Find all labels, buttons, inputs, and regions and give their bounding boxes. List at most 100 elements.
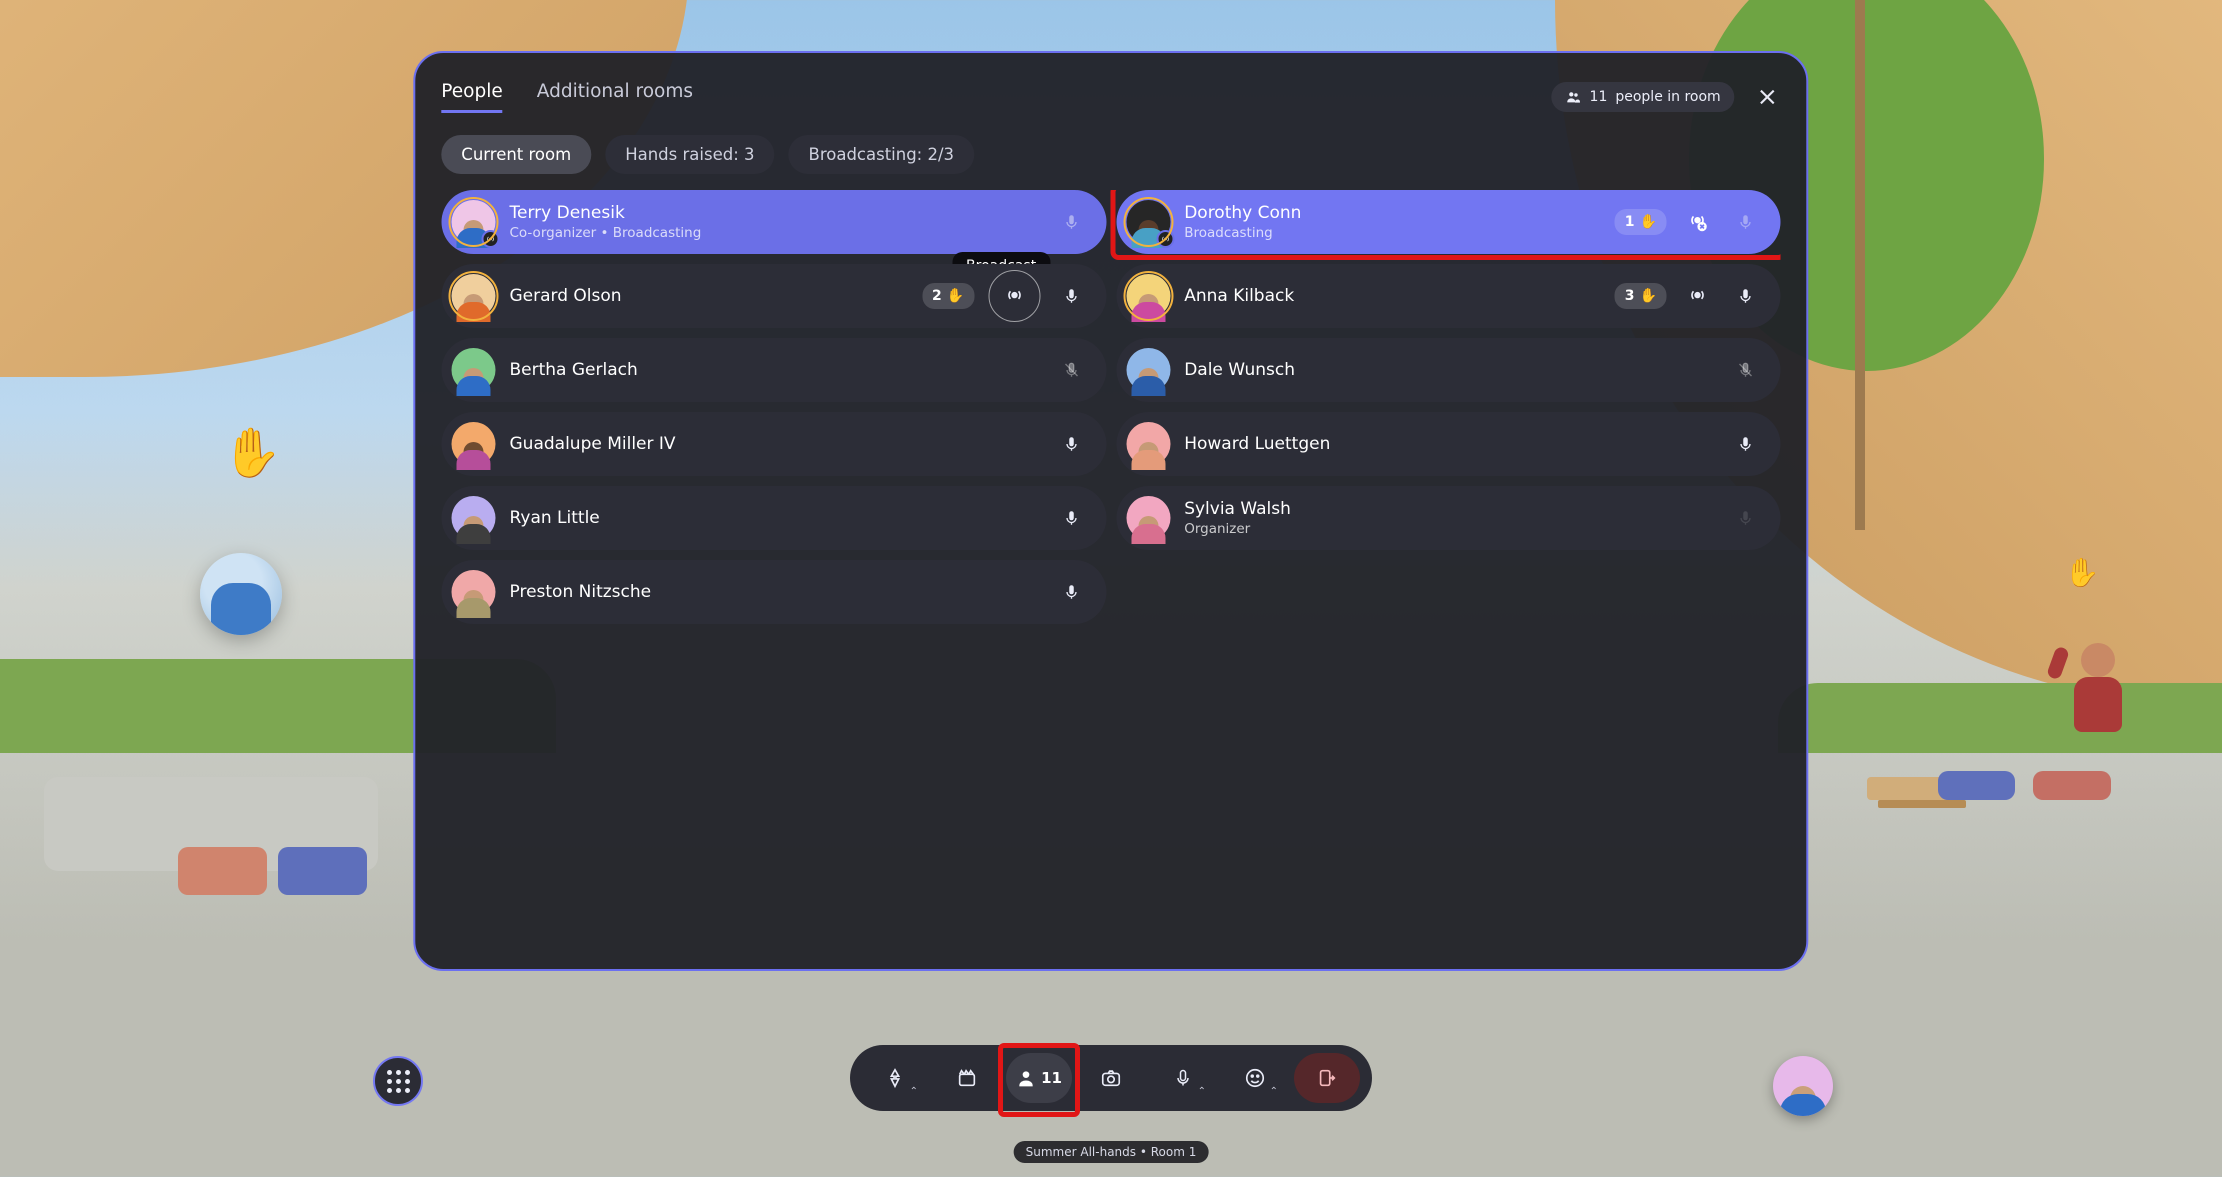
navigate-icon: [884, 1067, 906, 1089]
microphone-icon[interactable]: [1054, 575, 1088, 609]
broadcast-button[interactable]: [988, 270, 1040, 322]
self-avatar-preview[interactable]: [1773, 1056, 1833, 1116]
background-avatar-bubble: [200, 553, 282, 635]
hand-icon: ✋: [947, 288, 964, 304]
participant-dale-wunsch[interactable]: Dale Wunsch: [1116, 338, 1781, 402]
people-panel: People Additional rooms 11 people in roo…: [413, 51, 1808, 971]
participant-name: Ryan Little: [509, 508, 1054, 528]
microphone-icon: [1173, 1068, 1193, 1088]
filter-chips: Current room Hands raised: 3 Broadcastin…: [441, 135, 1780, 174]
menu-grid-icon: [387, 1070, 410, 1093]
reactions-button[interactable]: ⌃: [1222, 1053, 1288, 1103]
raised-hand-emoji-overlay-small: ✋: [2065, 556, 2100, 589]
broadcast-badge-icon: [481, 230, 499, 248]
participant-dorothy-conn[interactable]: Dorothy Conn Broadcasting 1 ✋: [1116, 190, 1781, 254]
room-caption: Summer All-hands • Room 1: [1014, 1141, 1209, 1163]
avatar: [451, 348, 495, 392]
hand-icon: ✋: [1639, 288, 1656, 304]
chevron-up-icon: ⌃: [1198, 1086, 1206, 1097]
avatar: [1126, 496, 1170, 540]
microphone-icon[interactable]: [1054, 427, 1088, 461]
avatar: [451, 422, 495, 466]
participant-sylvia-walsh[interactable]: Sylvia Walsh Organizer: [1116, 486, 1781, 550]
people-button[interactable]: 11: [1006, 1053, 1072, 1103]
participant-name: Preston Nitzsche: [509, 582, 1054, 602]
leave-room-button[interactable]: [1294, 1053, 1360, 1103]
hand-raised-badge[interactable]: 1 ✋: [1615, 209, 1667, 235]
microphone-icon[interactable]: [1054, 501, 1088, 535]
microphone-muted-icon[interactable]: [1054, 353, 1088, 387]
participant-name: Howard Luettgen: [1184, 434, 1729, 454]
people-icon: [1566, 89, 1582, 105]
microphone-button[interactable]: ⌃: [1150, 1053, 1216, 1103]
microphone-icon[interactable]: [1054, 279, 1088, 313]
raised-hand-emoji-overlay: ✋: [222, 424, 282, 481]
filter-broadcasting[interactable]: Broadcasting: 2/3: [789, 135, 975, 174]
broadcast-badge-icon: [1156, 230, 1174, 248]
hand-raised-badge[interactable]: 3 ✋: [1615, 283, 1667, 309]
microphone-icon[interactable]: [1729, 205, 1763, 239]
participant-name: Sylvia Walsh: [1184, 499, 1729, 519]
microphone-icon[interactable]: [1054, 205, 1088, 239]
microphone-icon[interactable]: [1729, 279, 1763, 313]
hand-order: 3: [1625, 288, 1635, 304]
people-count: 11: [1041, 1069, 1062, 1087]
filter-current-room[interactable]: Current room: [441, 135, 591, 174]
participant-name: Dale Wunsch: [1184, 360, 1729, 380]
participant-name: Guadalupe Miller IV: [509, 434, 1054, 454]
leave-room-icon: [1316, 1067, 1338, 1089]
participant-terry-denesik[interactable]: Terry Denesik Co-organizer • Broadcastin…: [441, 190, 1106, 254]
microphone-icon[interactable]: [1729, 501, 1763, 535]
clapperboard-icon: [956, 1067, 978, 1089]
hand-raised-badge[interactable]: 2 ✋: [922, 283, 974, 309]
broadcast-icon: [1003, 285, 1025, 307]
avatar: [1126, 422, 1170, 466]
microphone-icon[interactable]: [1729, 427, 1763, 461]
tab-additional-rooms[interactable]: Additional rooms: [537, 81, 693, 113]
hand-order: 2: [932, 288, 942, 304]
participant-anna-kilback[interactable]: Anna Kilback 3 ✋: [1116, 264, 1781, 328]
participant-role: Co-organizer • Broadcasting: [509, 225, 1054, 241]
close-icon: [1757, 86, 1779, 108]
participant-name: Gerard Olson: [509, 286, 922, 306]
participants-grid: Terry Denesik Co-organizer • Broadcastin…: [441, 190, 1780, 941]
participant-guadalupe-miller[interactable]: Guadalupe Miller IV: [441, 412, 1106, 476]
panel-tabs: People Additional rooms: [441, 81, 693, 113]
background-avatar-waving: [2063, 643, 2133, 753]
people-count-label: people in room: [1615, 89, 1720, 105]
participant-name: Bertha Gerlach: [509, 360, 1054, 380]
participant-name: Terry Denesik: [509, 203, 1054, 223]
clapperboard-button[interactable]: [934, 1053, 1000, 1103]
avatar: [1126, 200, 1170, 244]
filter-hands-raised[interactable]: Hands raised: 3: [605, 135, 774, 174]
call-toolbar: ⌃ 11 ⌃ ⌃: [850, 1045, 1372, 1111]
chevron-up-icon: ⌃: [910, 1086, 918, 1097]
tab-people[interactable]: People: [441, 81, 502, 113]
avatar: [451, 570, 495, 614]
emoji-icon: [1244, 1067, 1266, 1089]
participant-role: Organizer: [1184, 521, 1729, 537]
microphone-muted-icon[interactable]: [1729, 353, 1763, 387]
hand-icon: ✋: [1639, 214, 1656, 230]
person-icon: [1016, 1068, 1036, 1088]
participant-gerard-olson[interactable]: Gerard Olson 2 ✋: [441, 264, 1106, 328]
participant-preston-nitzsche[interactable]: Preston Nitzsche: [441, 560, 1106, 624]
avatar: [1126, 274, 1170, 318]
broadcast-stop-icon[interactable]: [1681, 205, 1715, 239]
participant-name: Dorothy Conn: [1184, 203, 1615, 223]
avatar: [451, 200, 495, 244]
close-panel-button[interactable]: [1755, 84, 1781, 110]
participant-bertha-gerlach[interactable]: Bertha Gerlach: [441, 338, 1106, 402]
participant-howard-luettgen[interactable]: Howard Luettgen: [1116, 412, 1781, 476]
avatar: [451, 274, 495, 318]
participant-role: Broadcasting: [1184, 225, 1615, 241]
people-in-room-badge[interactable]: 11 people in room: [1552, 82, 1735, 112]
camera-icon: [1100, 1067, 1122, 1089]
participant-name: Anna Kilback: [1184, 286, 1615, 306]
broadcast-icon[interactable]: [1681, 279, 1715, 313]
camera-button[interactable]: [1078, 1053, 1144, 1103]
navigate-button[interactable]: ⌃: [862, 1053, 928, 1103]
hand-order: 1: [1625, 214, 1635, 230]
participant-ryan-little[interactable]: Ryan Little: [441, 486, 1106, 550]
people-count: 11: [1590, 89, 1608, 105]
